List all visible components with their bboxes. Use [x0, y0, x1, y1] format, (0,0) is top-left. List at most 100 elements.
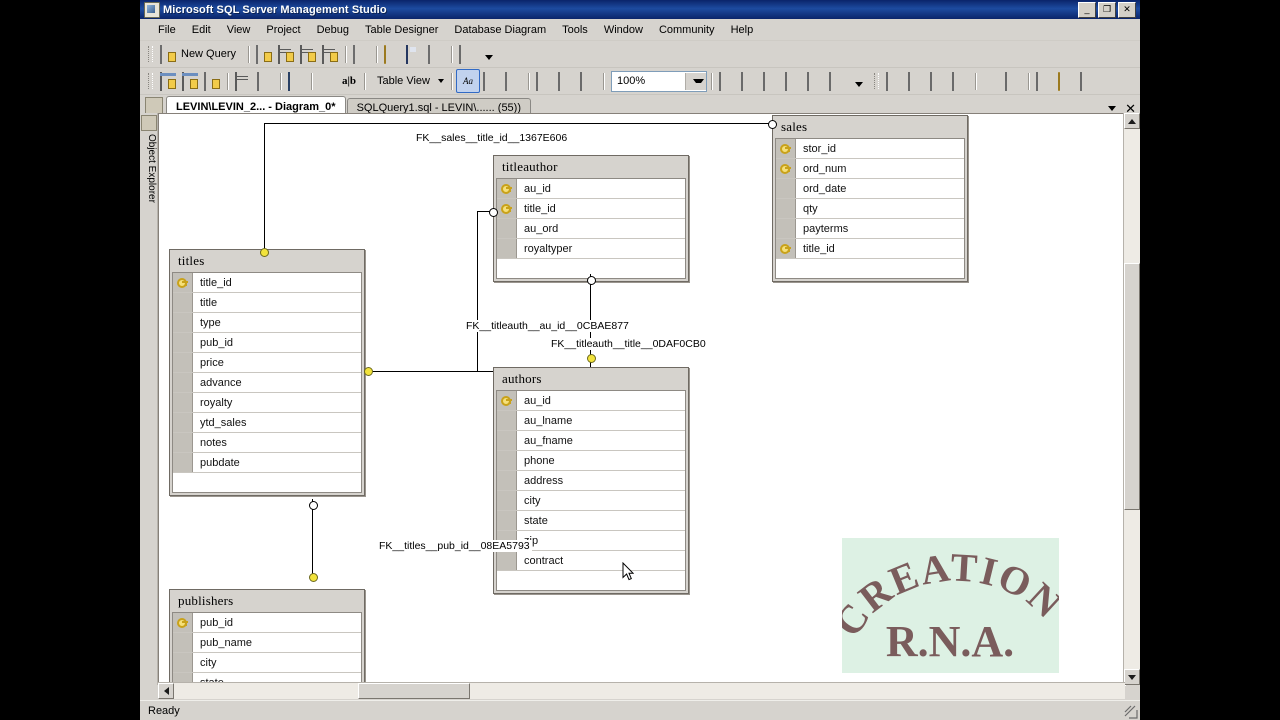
restore-button[interactable]: ❐ [1098, 1, 1116, 18]
er-empty-row[interactable] [776, 259, 964, 278]
er-column-row[interactable]: city [497, 491, 685, 511]
er-column-gutter[interactable] [497, 391, 517, 410]
er-column-row[interactable]: pub_name [173, 633, 361, 653]
relationship-line-sales-titles[interactable] [264, 123, 265, 252]
add-related-tables-icon[interactable] [201, 70, 223, 92]
er-column-row[interactable]: pub_id [173, 333, 361, 353]
toolbar-overflow-button[interactable] [848, 70, 870, 92]
er-column-row[interactable]: city [173, 653, 361, 673]
er-table-publishers[interactable]: publisherspub_idpub_namecitystate [169, 589, 365, 686]
er-column-row[interactable]: pub_id [173, 613, 361, 633]
minimize-button[interactable]: _ [1078, 1, 1096, 18]
er-column-gutter[interactable] [173, 633, 193, 652]
er-table-sales[interactable]: sales stor_id ord_num ord_date qty payterms ti… [772, 115, 968, 282]
er-empty-row[interactable] [497, 571, 685, 590]
bookmark-icon[interactable] [980, 70, 1002, 92]
object-explorer-icon[interactable] [738, 70, 760, 92]
er-column-row[interactable]: type [173, 313, 361, 333]
diagram-surface[interactable]: titles title_id title type pub_id price advanc… [159, 114, 1126, 686]
toolbar-grip[interactable] [148, 73, 153, 89]
print-icon[interactable] [425, 43, 447, 65]
er-column-gutter[interactable] [173, 433, 193, 452]
new-table-icon[interactable] [157, 70, 179, 92]
er-column-gutter[interactable] [173, 413, 193, 432]
er-column-gutter[interactable] [173, 273, 193, 292]
er-column-row[interactable]: title [173, 293, 361, 313]
er-table-titles[interactable]: titles title_id title type pub_id price advanc… [169, 249, 365, 496]
chevron-down-icon[interactable] [1108, 106, 1117, 111]
er-empty-row[interactable] [173, 473, 361, 492]
relationship-label[interactable]: FK__titles__pub_id__08EA5793 [377, 540, 532, 552]
error-list-icon[interactable] [927, 70, 949, 92]
er-column-row[interactable]: royalty [173, 393, 361, 413]
er-column-gutter[interactable] [173, 393, 193, 412]
er-column-row[interactable]: payterms [776, 219, 964, 239]
arrange-tables-icon[interactable] [533, 70, 555, 92]
object-explorer-details-icon[interactable] [760, 70, 782, 92]
toolbar-grip[interactable] [874, 73, 879, 89]
er-column-gutter[interactable] [497, 219, 517, 238]
relationship-line-titles-publishers[interactable] [312, 499, 313, 577]
toolbar-grip[interactable] [148, 46, 153, 62]
relationship-label[interactable]: FK__sales__title_id__1367E606 [414, 132, 570, 144]
er-column-row[interactable]: address [497, 471, 685, 491]
er-column-gutter[interactable] [776, 199, 796, 218]
er-column-gutter[interactable] [497, 411, 517, 430]
properties-icon[interactable] [804, 70, 826, 92]
open-file-icon[interactable] [381, 43, 403, 65]
object-explorer-rail[interactable]: Object Explorer [140, 113, 158, 685]
er-column-gutter[interactable] [497, 551, 517, 570]
er-column-gutter[interactable] [776, 159, 796, 178]
output-window-icon[interactable] [949, 70, 971, 92]
er-column-row[interactable]: ord_num [776, 159, 964, 179]
er-column-row[interactable]: price [173, 353, 361, 373]
delete-table-icon[interactable] [232, 70, 254, 92]
zoom-level-combobox[interactable]: 100% [611, 70, 707, 92]
menu-tools[interactable]: Tools [554, 21, 596, 39]
vertical-scrollbar[interactable] [1123, 113, 1140, 685]
menu-file[interactable]: File [150, 21, 184, 39]
er-column-row[interactable]: ord_date [776, 179, 964, 199]
er-column-gutter[interactable] [173, 333, 193, 352]
autosize-tables-icon[interactable] [480, 70, 502, 92]
menu-debug[interactable]: Debug [309, 21, 357, 39]
er-column-row[interactable]: title_id [173, 273, 361, 293]
menu-help[interactable]: Help [723, 21, 762, 39]
menu-table-designer[interactable]: Table Designer [357, 21, 446, 39]
er-table-authors[interactable]: authors au_id au_lname au_fname phone address… [493, 367, 689, 594]
er-column-row[interactable]: state [497, 511, 685, 531]
er-column-row[interactable]: au_lname [497, 411, 685, 431]
er-column-gutter[interactable] [173, 373, 193, 392]
table-view-dropdown[interactable]: Table View [369, 70, 447, 92]
er-column-gutter[interactable] [776, 219, 796, 238]
relationship-endpoint-titles[interactable] [260, 248, 269, 257]
er-column-gutter[interactable] [497, 491, 517, 510]
er-column-row[interactable]: au_id [497, 391, 685, 411]
generate-script-icon[interactable] [285, 70, 307, 92]
er-column-gutter[interactable] [173, 653, 193, 672]
remove-relationship-icon[interactable] [254, 70, 276, 92]
summary-icon[interactable] [826, 70, 848, 92]
er-column-gutter[interactable] [173, 613, 193, 632]
bookmark-window-icon[interactable] [883, 70, 905, 92]
recalculate-page-breaks-icon[interactable] [577, 70, 599, 92]
chevron-down-icon[interactable] [685, 72, 706, 90]
menu-edit[interactable]: Edit [184, 21, 219, 39]
scroll-left-button[interactable] [158, 683, 174, 699]
er-column-gutter[interactable] [173, 293, 193, 312]
relationship-label[interactable]: FK__titleauth__title__0DAF0CB0 [549, 338, 708, 350]
er-column-gutter[interactable] [776, 139, 796, 158]
template-explorer-icon[interactable] [1055, 70, 1077, 92]
page-breaks-icon[interactable] [555, 70, 577, 92]
toolbox-icon[interactable] [905, 70, 927, 92]
er-column-gutter[interactable] [497, 451, 517, 470]
relationships-icon[interactable]: a|b [338, 70, 360, 92]
horizontal-scrollbar[interactable] [158, 682, 1125, 699]
er-column-gutter[interactable] [497, 239, 517, 258]
object-explorer-window-icon[interactable] [1033, 70, 1055, 92]
er-column-gutter[interactable] [497, 431, 517, 450]
solution-explorer-icon[interactable] [1077, 70, 1099, 92]
er-column-row[interactable]: royaltyper [497, 239, 685, 259]
scroll-up-button[interactable] [1124, 113, 1140, 129]
templates-icon[interactable] [782, 70, 804, 92]
